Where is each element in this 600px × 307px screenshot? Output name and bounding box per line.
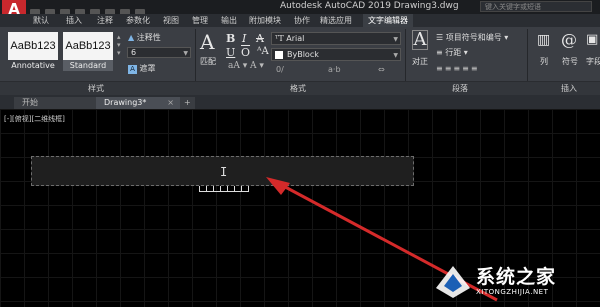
- watermark-url: XITONGZHIJIA.NET: [476, 288, 549, 296]
- watermark-title: 系统之家: [476, 266, 557, 288]
- arrow-head: [266, 177, 290, 195]
- annotation-arrow: [266, 177, 498, 302]
- watermark-logo-icon: [436, 266, 470, 298]
